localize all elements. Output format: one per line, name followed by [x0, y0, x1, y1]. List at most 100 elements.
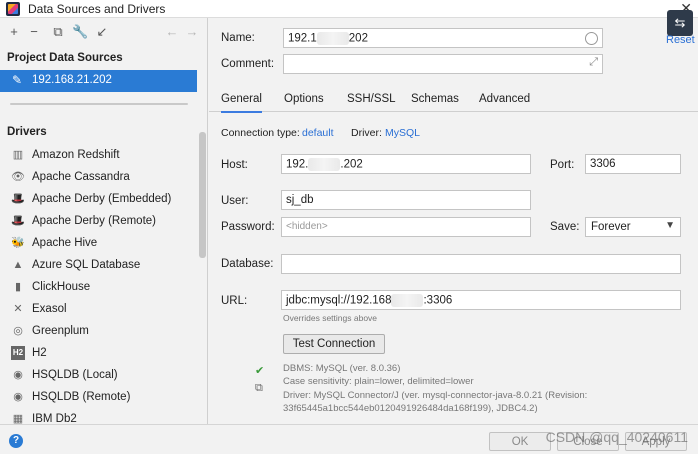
host-input[interactable]: 192. .202 [281, 154, 531, 174]
port-label: Port: [550, 159, 575, 171]
forward-arrow-icon[interactable]: → [184, 24, 200, 40]
watermark: CSDN @qq_40240611 [545, 429, 688, 445]
redacted-blur [308, 158, 341, 171]
back-arrow-icon[interactable]: ← [164, 24, 180, 40]
hsqldb-icon: ◉ [13, 391, 23, 403]
hsqldb-icon: ◉ [13, 369, 23, 381]
azure-icon: ▲ [12, 259, 24, 271]
name-prefix: 192.1 [288, 32, 317, 45]
driver-label: Apache Derby (Embedded) [32, 193, 172, 205]
remove-icon[interactable]: − [26, 24, 42, 40]
connection-type-link[interactable]: default [302, 127, 334, 139]
driver-item[interactable]: 👁 Apache Cassandra [0, 166, 197, 188]
help-icon[interactable]: ? [9, 434, 23, 448]
database-input[interactable] [281, 254, 681, 274]
driver-item[interactable]: ▥ Amazon Redshift [0, 144, 197, 166]
tab-general[interactable]: General [221, 93, 262, 113]
driver-label: ClickHouse [32, 281, 91, 293]
comment-input[interactable]: ⤢ [283, 54, 603, 74]
save-label: Save: [550, 221, 580, 233]
title-bar: Data Sources and Drivers ✕ [0, 0, 698, 18]
url-suffix: :3306 [423, 294, 453, 307]
drivers-heading: Drivers [7, 126, 47, 138]
driver-label: Exasol [32, 303, 67, 315]
driver-label: HSQLDB (Remote) [32, 391, 131, 403]
expand-icon[interactable]: ⤢ [589, 56, 598, 69]
project-data-sources-heading: Project Data Sources [7, 52, 123, 64]
driver-info: Driver: MySQL Connector/J (ver. mysql-co… [283, 390, 588, 401]
drivers-list: ▥ Amazon Redshift 👁 Apache Cassandra 🎩 Apache… [0, 144, 197, 430]
url-input[interactable]: jdbc:mysql://192.168:3306 [281, 290, 681, 310]
driver-label: Azure SQL Database [32, 259, 141, 271]
driver-item[interactable]: ◉ HSQLDB (Local) [0, 364, 197, 386]
wrench-icon[interactable]: 🔧 [72, 24, 88, 40]
case-sensitivity-info: Case sensitivity: plain=lower, delimited… [283, 376, 474, 387]
tab-advanced[interactable]: Advanced [479, 93, 530, 105]
color-circle-icon[interactable] [585, 32, 598, 45]
driver-item[interactable]: H2 H2 [0, 342, 197, 364]
name-label: Name: [221, 32, 255, 44]
app-logo-icon [6, 2, 20, 16]
greenplum-icon: ◎ [13, 325, 23, 337]
user-label: User: [221, 195, 249, 207]
bottom-bar: ? OK Close Apply CSDN @qq_40240611 [0, 424, 698, 454]
ok-button[interactable]: OK [489, 432, 551, 451]
cassandra-icon: 👁 [11, 171, 25, 183]
save-select[interactable]: Forever ▼ [585, 217, 681, 237]
derby-icon: 🎩 [11, 215, 25, 227]
tab-schemas[interactable]: Schemas [411, 93, 459, 105]
driver-label: Driver: [351, 127, 382, 139]
host-prefix: 192. [286, 158, 309, 171]
tab-ssh-ssl[interactable]: SSH/SSL [347, 93, 396, 105]
host-label: Host: [221, 159, 248, 171]
url-hint: Overrides settings above [283, 313, 378, 323]
add-icon[interactable]: + [6, 24, 22, 40]
copy-icon[interactable]: ⧉ [255, 382, 263, 395]
save-select-value: Forever [591, 221, 631, 233]
reset-link[interactable]: Reset [666, 34, 695, 46]
data-source-item[interactable]: ✎ 192.168.21.202 [0, 70, 197, 92]
data-source-label: 192.168.21.202 [32, 74, 112, 86]
driver-item[interactable]: 🐝 Apache Hive [0, 232, 197, 254]
drivers-scrollbar[interactable] [199, 132, 206, 258]
test-connection-button[interactable]: Test Connection [283, 334, 385, 354]
driver-item[interactable]: ▲ Azure SQL Database [0, 254, 197, 276]
clickhouse-icon: ▮ [14, 281, 22, 293]
right-panel: Name: 192.1 202 ⇆ Reset Comment: ⤢ Genera… [209, 10, 698, 424]
left-toolbar: + − ⧉ 🔧 ↙ ← → [0, 18, 208, 46]
panel-splitter[interactable] [10, 103, 188, 105]
driver-label: Apache Derby (Remote) [32, 215, 156, 227]
exasol-icon: ✕ [13, 303, 23, 315]
driver-item[interactable]: 🎩 Apache Derby (Embedded) [0, 188, 197, 210]
comment-label: Comment: [221, 58, 275, 70]
driver-item[interactable]: ◉ HSQLDB (Remote) [0, 386, 197, 408]
password-label: Password: [221, 221, 275, 233]
name-input[interactable]: 192.1 202 [283, 28, 603, 48]
make-global-icon[interactable]: ↙ [94, 24, 110, 40]
mysql-dolphin-icon: ✎ [12, 73, 23, 87]
derby-icon: 🎩 [11, 193, 25, 205]
hive-icon: 🐝 [11, 237, 25, 249]
database-label: Database: [221, 258, 274, 270]
duplicate-icon[interactable]: ⧉ [50, 24, 66, 40]
driver-link[interactable]: MySQL [385, 127, 420, 139]
driver-item[interactable]: ◎ Greenplum [0, 320, 197, 342]
user-input[interactable]: sj_db [281, 190, 531, 210]
port-input[interactable]: 3306 [585, 154, 681, 174]
tab-bar: General Options SSH/SSL Schemas Advanced [209, 88, 698, 113]
reset-icon[interactable]: ⇆ [667, 10, 693, 36]
driver-label: Greenplum [32, 325, 89, 337]
password-input[interactable]: <hidden> [281, 217, 531, 237]
chevron-down-icon: ▼ [665, 220, 675, 231]
redshift-icon: ▥ [12, 149, 24, 161]
left-panel: + − ⧉ 🔧 ↙ ← → Project Data Sources ✎ 192… [0, 18, 208, 425]
driver-item[interactable]: ▮ ClickHouse [0, 276, 197, 298]
driver-item[interactable]: 🎩 Apache Derby (Remote) [0, 210, 197, 232]
window-title: Data Sources and Drivers [28, 2, 166, 16]
h2-icon: H2 [11, 346, 25, 360]
driver-item[interactable]: ✕ Exasol [0, 298, 197, 320]
dbms-info: DBMS: MySQL (ver. 8.0.36) [283, 363, 401, 374]
tab-options[interactable]: Options [284, 93, 324, 105]
driver-label: Amazon Redshift [32, 149, 120, 161]
url-label: URL: [221, 295, 248, 307]
